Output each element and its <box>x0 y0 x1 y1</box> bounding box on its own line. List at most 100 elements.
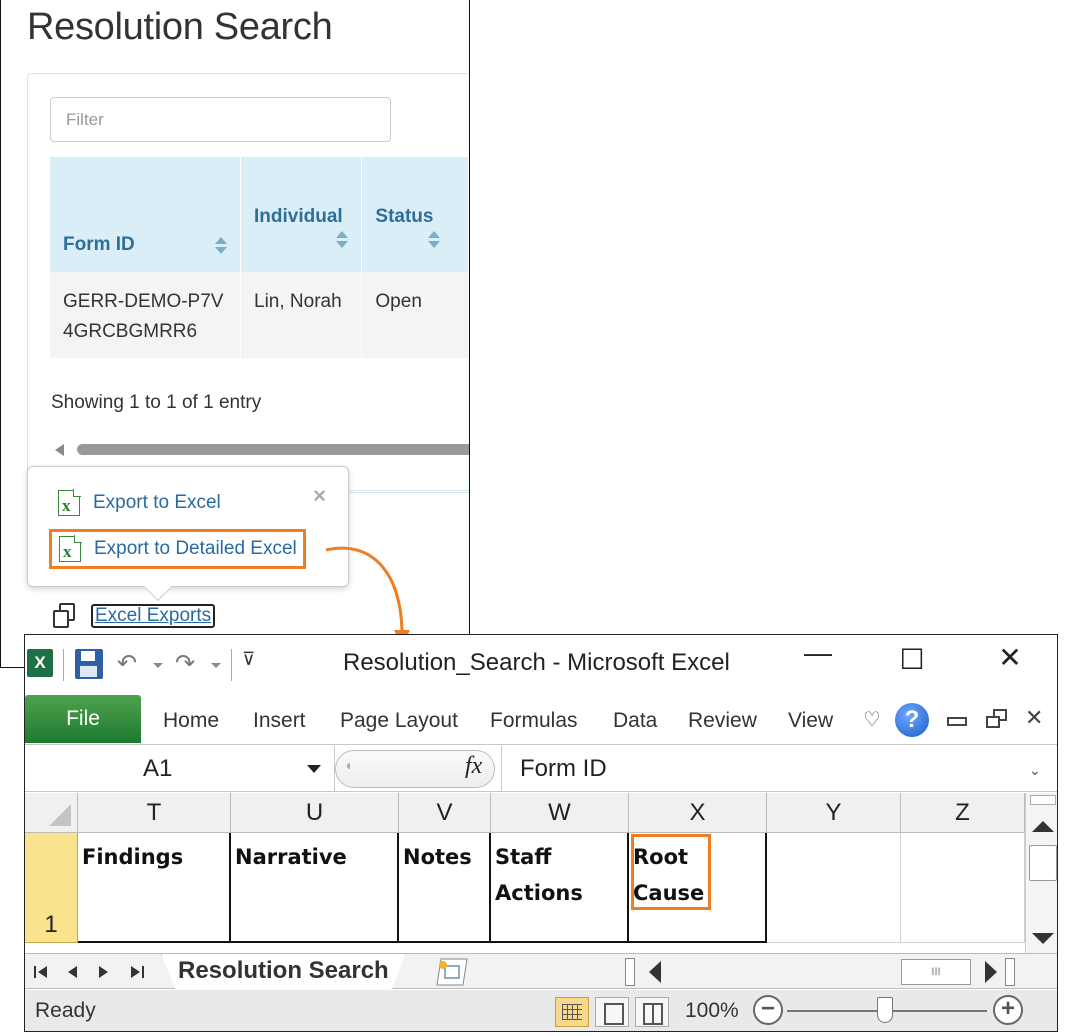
scrollbar-thumb[interactable] <box>1029 845 1057 881</box>
close-workbook-icon[interactable]: ✕ <box>1025 705 1043 731</box>
row-header-1[interactable]: 1 <box>25 833 78 943</box>
page-break-view-button[interactable] <box>635 997 669 1027</box>
column-header-u[interactable]: U <box>231 793 399 833</box>
column-header-individual[interactable]: Individual <box>240 157 363 272</box>
customize-toolbar-icon[interactable]: ⊽ <box>242 649 255 670</box>
name-box-value: A1 <box>143 755 173 782</box>
insert-function-icon[interactable]: fx <box>465 753 482 780</box>
undo-dropdown-icon[interactable] <box>153 663 163 668</box>
scrollbar-thumb[interactable] <box>77 444 469 455</box>
sheet-tab-resolution-search[interactable]: Resolution Search <box>161 954 406 990</box>
previous-sheet-icon[interactable] <box>65 965 79 979</box>
split-handle[interactable] <box>1005 958 1015 986</box>
root-cause-highlight <box>631 834 711 910</box>
heart-icon[interactable]: ♡ <box>863 707 881 732</box>
column-header-t[interactable]: T <box>78 793 231 833</box>
tab-data[interactable]: Data <box>613 709 657 733</box>
name-box[interactable]: A1 <box>25 746 335 792</box>
scroll-up-icon[interactable] <box>1032 821 1054 832</box>
column-header-v[interactable]: V <box>399 793 491 833</box>
next-sheet-icon[interactable] <box>97 965 111 979</box>
zoom-out-button[interactable]: − <box>753 995 783 1025</box>
sort-icon[interactable] <box>214 236 228 256</box>
web-panel: Resolution Search Form ID Individual Sta… <box>0 0 470 668</box>
close-button[interactable]: ✕ <box>985 641 1035 674</box>
first-sheet-icon[interactable] <box>33 965 49 979</box>
export-to-detailed-excel-label: Export to Detailed Excel <box>94 538 297 559</box>
excel-logo-icon[interactable]: X <box>27 649 53 677</box>
formula-input[interactable]: Form ID <box>501 746 1023 792</box>
tab-view[interactable]: View <box>788 709 833 733</box>
cell-v1[interactable]: Notes <box>399 833 491 943</box>
tab-insert[interactable]: Insert <box>253 709 306 733</box>
column-header-w[interactable]: W <box>491 793 629 833</box>
excel-exports-label: Excel Exports <box>91 604 216 628</box>
table-row[interactable]: GERR-DEMO-P7V4GRCBGMRR6 Lin, Norah Open <box>50 272 469 358</box>
minimize-button[interactable]: — <box>793 637 843 669</box>
maximize-button[interactable]: ☐ <box>887 643 937 676</box>
scroll-left-icon[interactable] <box>649 961 661 983</box>
column-header-x[interactable]: X <box>629 793 767 833</box>
results-table: Form ID Individual Status GERR-DEMO-P7V4… <box>50 157 469 358</box>
help-icon[interactable]: ? <box>895 703 929 737</box>
filter-input[interactable] <box>50 97 391 142</box>
vertical-scrollbar[interactable] <box>1025 793 1057 953</box>
cell-w1[interactable]: Staff Actions <box>491 833 629 943</box>
cell-y1[interactable] <box>767 833 901 943</box>
export-to-detailed-excel-link[interactable]: x Export to Detailed Excel <box>49 529 306 569</box>
cell-form-id: GERR-DEMO-P7V4GRCBGMRR6 <box>50 272 241 358</box>
minimize-ribbon-icon[interactable] <box>947 717 967 726</box>
zoom-slider-thumb[interactable] <box>877 997 893 1023</box>
scroll-right-icon[interactable] <box>985 961 997 983</box>
export-to-excel-link[interactable]: x Export to Excel <box>58 489 221 516</box>
save-icon[interactable] <box>75 649 103 679</box>
column-header-label: Form ID <box>63 234 135 255</box>
column-header-form-id[interactable]: Form ID <box>50 157 241 272</box>
close-icon[interactable]: × <box>313 483 326 509</box>
tab-home[interactable]: Home <box>163 709 219 733</box>
select-all-corner[interactable] <box>25 793 78 833</box>
redo-icon[interactable]: ↷ <box>175 649 195 678</box>
split-handle[interactable] <box>1030 795 1056 805</box>
worksheet-grid: T U V W X Y Z 1 Findings Narrative Notes… <box>25 793 1025 953</box>
normal-view-button[interactable] <box>555 997 589 1027</box>
insert-sheet-icon[interactable] <box>431 958 469 986</box>
undo-icon[interactable]: ↶ <box>117 649 137 678</box>
column-header-status[interactable]: Status <box>361 157 469 272</box>
zoom-in-button[interactable]: + <box>993 995 1023 1025</box>
column-header-y[interactable]: Y <box>767 793 901 833</box>
excel-exports-link[interactable]: Excel Exports <box>51 602 216 630</box>
zoom-level[interactable]: 100% <box>685 999 739 1023</box>
tab-page-layout[interactable]: Page Layout <box>340 709 458 733</box>
excel-title-bar: X ↶ ↷ ⊽ Resolution_Search - Microsoft Ex… <box>25 635 1057 693</box>
sort-icon[interactable] <box>427 230 441 250</box>
horizontal-scrollbar[interactable]: III <box>625 958 1015 986</box>
split-handle[interactable] <box>625 958 635 986</box>
scrollbar-thumb[interactable]: III <box>901 959 971 985</box>
chevron-down-icon[interactable] <box>307 765 321 773</box>
last-sheet-icon[interactable] <box>129 965 145 979</box>
scroll-down-icon[interactable] <box>1032 933 1054 944</box>
cell-t1[interactable]: Findings <box>78 833 231 943</box>
cell-status: Open <box>361 272 469 358</box>
excel-file-icon: x <box>58 489 81 516</box>
restore-window-icon[interactable] <box>985 709 1009 731</box>
expand-formula-bar-icon[interactable]: ⌄ <box>1029 762 1041 779</box>
cell-z1[interactable] <box>901 833 1025 943</box>
status-bar: Ready 100% − + <box>25 990 1057 1031</box>
column-header-z[interactable]: Z <box>901 793 1025 833</box>
table-horizontal-scrollbar[interactable] <box>51 440 469 460</box>
cell-u1[interactable]: Narrative <box>231 833 399 943</box>
formula-bar: A1 ◖ fx Form ID ⌄ <box>25 746 1057 792</box>
tab-formulas[interactable]: Formulas <box>490 709 578 733</box>
page-title: Resolution Search <box>27 6 333 48</box>
redo-dropdown-icon[interactable] <box>211 663 221 668</box>
tab-file[interactable]: File <box>25 695 141 743</box>
sort-icon[interactable] <box>335 230 349 250</box>
excel-window: X ↶ ↷ ⊽ Resolution_Search - Microsoft Ex… <box>24 634 1058 1032</box>
tab-review[interactable]: Review <box>688 709 757 733</box>
sheet-tabs-bar: Resolution Search III <box>25 953 1057 990</box>
table-info: Showing 1 to 1 of 1 entry <box>51 392 262 413</box>
scroll-left-icon[interactable] <box>55 444 64 456</box>
page-layout-view-button[interactable] <box>595 997 629 1027</box>
